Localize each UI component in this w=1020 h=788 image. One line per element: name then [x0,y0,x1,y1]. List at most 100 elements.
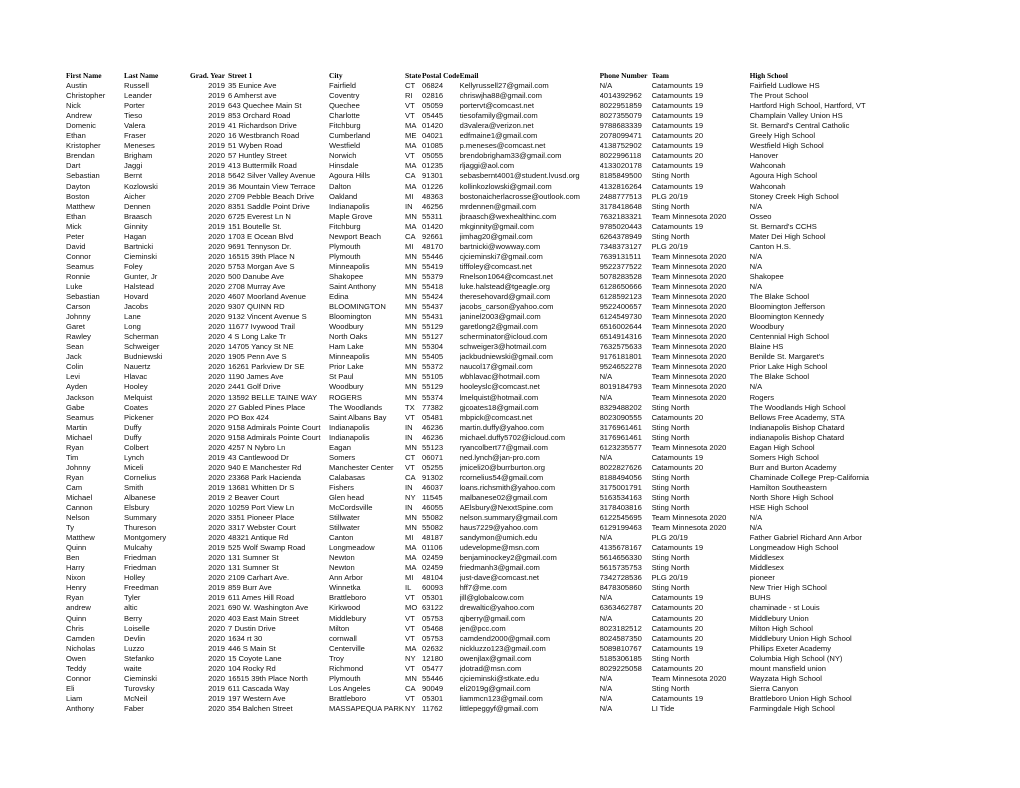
cell-state: VT [405,111,415,121]
cell-postal-code: 91301 [422,171,444,181]
cell-high-school: Bloomington Kennedy [749,312,824,322]
table-row: Sebastian Hovard 2020 4607 Moorland Avenue E… [66,292,940,302]
cell-last-name: Cieminski [124,673,157,683]
cell-street: 16515 39th Place North [228,673,308,683]
cell-last-name: Braasch [124,211,152,221]
cell-team: Sting North [651,472,690,482]
cell-phone: 6514914316 [599,332,642,342]
cell-state: CA [405,171,416,181]
cell-phone: 5185306185 [599,653,642,663]
cell-phone: 5078283528 [599,271,642,281]
cell-postal-code: 02459 [422,553,444,563]
cell-state: CT [405,452,416,462]
cell-postal-code: 05055 [422,151,444,161]
cell-first-name: Sean [66,342,84,352]
cell-city: Woodbury [329,322,364,332]
cell-last-name: Tyler [124,593,141,603]
cell-city: McCordsville [329,503,373,513]
cell-first-name: Chris [66,623,84,633]
cell-email: qjberry@gmail.com [459,613,526,623]
cell-email: garetlong2@gmail.com [459,322,538,332]
table-row: Quinn Mulcahy 2019 525 Wolf Swamp Road Longm… [66,543,940,553]
cell-postal-code: 01085 [422,141,444,151]
cell-last-name: Hagan [124,231,147,241]
cell-state: MN [405,261,417,271]
cell-email: cjcieminski7@gmail.com [459,251,543,261]
cell-last-name: Meneses [124,141,155,151]
cell-postal-code: 46256 [422,201,444,211]
cell-phone: 8022996118 [599,151,642,161]
cell-state: IN [405,422,413,432]
cell-high-school: Osseo [749,211,772,221]
header-row: First Name Last Name Grad. Year Street 1… [66,71,940,81]
cell-phone: 9522400657 [599,302,642,312]
cell-phone: 7639131511 [599,251,642,261]
cell-first-name: Carson [66,302,91,312]
cell-grad-year: 2020 [208,613,225,623]
cell-team: Team Minnesota 2020 [651,251,727,261]
cell-city: BLOOMINGTON [329,302,386,312]
cell-last-name: Cieminski [124,251,157,261]
cell-street: 940 E Manchester Rd [228,462,302,472]
cell-city: Dalton [329,181,351,191]
cell-postal-code: 01420 [422,221,444,231]
cell-state: RI [405,91,413,101]
cell-grad-year: 2019 [208,693,225,703]
cell-city: Plymouth [329,673,361,683]
cell-phone: 8022827626 [599,462,642,472]
cell-last-name: Valera [124,121,146,131]
cell-street: 2709 Pebble Beach Drive [228,191,315,201]
cell-postal-code: 05481 [422,412,444,422]
cell-street: 13681 Whitten Dr S [228,482,295,492]
cell-street: 611 Ames Hill Road [228,593,295,603]
cell-grad-year: 2020 [208,251,225,261]
table-row: Nick Porter 2019 643 Quechee Main St Quechee… [66,101,940,111]
cell-grad-year: 2020 [208,322,225,332]
cell-grad-year: 2019 [208,111,225,121]
table-row: Nixon Holley 2020 2109 Carhart Ave. Ann Arbo… [66,573,940,583]
cell-city: Richmond [329,663,364,673]
table-row: Nelson Summary 2020 3351 Pioneer Place Still… [66,513,940,523]
cell-postal-code: 02816 [422,91,444,101]
cell-state: IN [405,432,413,442]
cell-high-school: St. Bernard's CCHS [749,221,817,231]
cell-postal-code: 55127 [422,332,444,342]
header-street: Street 1 [228,71,253,80]
cell-team: Team Minnesota 2020 [651,362,727,372]
table-row: Connor Cieminski 2020 16515 39th Place Nort… [66,674,940,684]
cell-high-school: St. Bernard's Central Catholic [749,121,850,131]
cell-high-school: Westfield High School [749,141,824,151]
cell-team: Team Minnesota 2020 [651,332,727,342]
cell-email: scherminator@icloud.com [459,332,548,342]
table-row: Levi Hlavac 2020 1190 James Ave St Paul MN 551… [66,372,940,382]
cell-email: bartnicki@wowway.com [459,241,541,251]
cell-state: IN [405,201,413,211]
cell-high-school: Wahconah [749,181,786,191]
cell-email: edfmaine1@gmail.com [459,131,538,141]
table-row: Henry Freedman 2019 859 Burr Ave Winnetka IL 6… [66,583,940,593]
cell-last-name: Cornelius [124,472,157,482]
cell-grad-year: 2020 [208,302,225,312]
cell-city: Fitchburg [329,221,361,231]
cell-team: Sting North [651,171,690,181]
cell-email: liammcn123@gmail.com [459,693,543,703]
cell-phone: 7348373127 [599,241,642,251]
cell-team: Team Minnesota 2020 [651,513,727,523]
cell-street: 1634 rt 30 [228,633,263,643]
table-row: Cam Smith 2019 13681 Whitten Dr S Fishers IN 4… [66,483,940,493]
cell-high-school: Sierra Canyon [749,683,799,693]
cell-city: Minneapolis [329,352,370,362]
cell-postal-code: 55082 [422,513,444,523]
header-high-school: High School [749,71,788,80]
cell-state: MN [405,673,417,683]
cell-postal-code: 06071 [422,452,444,462]
cell-email: jimhag20@gmail.com [459,231,533,241]
cell-grad-year: 2020 [208,241,225,251]
cell-last-name: Elsbury [124,503,150,513]
cell-street: 2441 Golf Drive [228,382,281,392]
header-state: State [405,71,422,80]
cell-phone: 3178403816 [599,503,642,513]
cell-first-name: Liam [66,693,83,703]
cell-city: Winnetka [329,583,361,593]
cell-first-name: Anthony [66,703,94,713]
